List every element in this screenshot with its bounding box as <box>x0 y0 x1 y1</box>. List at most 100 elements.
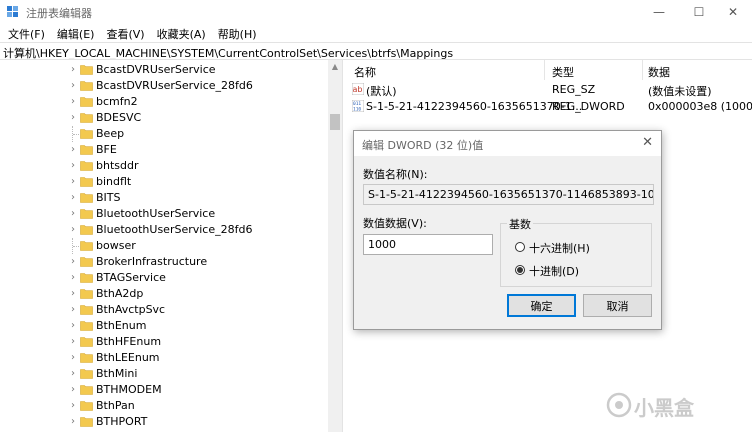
tree-item[interactable]: › BthLEEnum <box>0 350 328 366</box>
tree-item-label: bowser <box>96 239 136 252</box>
header-type[interactable]: 类型 <box>552 64 574 80</box>
radio-selected-dot <box>517 267 523 273</box>
chevron-right-icon[interactable]: › <box>68 288 78 300</box>
chevron-right-icon[interactable]: › <box>68 368 78 380</box>
tree-item[interactable]: › BluetoothUserService <box>0 206 328 222</box>
header-name[interactable]: 名称 <box>354 64 376 80</box>
header-divider[interactable] <box>544 60 545 80</box>
tree-item[interactable]: › BrokerInfrastructure <box>0 254 328 270</box>
tree-item[interactable]: › bcmfn2 <box>0 94 328 110</box>
tree-item[interactable]: › BthA2dp <box>0 286 328 302</box>
tree-item-label: BthMini <box>96 367 138 380</box>
tree-item[interactable]: › BTHPORT <box>0 414 328 430</box>
tree-item-label: BTHMODEM <box>96 383 162 396</box>
ok-button[interactable]: 确定 <box>507 294 576 317</box>
cancel-button[interactable]: 取消 <box>583 294 652 317</box>
value-name: (默认) <box>366 85 397 98</box>
svg-text:110: 110 <box>353 107 361 113</box>
scroll-up-icon[interactable]: ▲ <box>328 60 342 74</box>
registry-tree: › BcastDVRUserService › BcastDVRUserService… <box>0 60 328 432</box>
menu-file[interactable]: 文件(F) <box>4 24 49 42</box>
tree-item[interactable]: Beep <box>0 126 328 142</box>
tree-scrollbar[interactable]: ▲ <box>328 60 342 432</box>
value-name-label: 数值名称(N): <box>363 168 428 181</box>
tree-item-label: BFE <box>96 143 117 156</box>
chevron-right-icon[interactable]: › <box>68 144 78 156</box>
tree-item[interactable]: › BluetoothUserService_28fd6 <box>0 222 328 238</box>
address-bar[interactable]: 计算机\HKEY_LOCAL_MACHINE\SYSTEM\CurrentCon… <box>0 42 752 60</box>
chevron-right-icon[interactable]: › <box>68 192 78 204</box>
chevron-right-icon[interactable]: › <box>68 176 78 188</box>
radio-hex-label[interactable]: 十六进制(H) <box>529 240 590 256</box>
menu-help[interactable]: 帮助(H) <box>214 24 261 42</box>
tree-item-label: BrokerInfrastructure <box>96 255 208 268</box>
folder-icon <box>80 337 93 347</box>
chevron-right-icon[interactable]: › <box>68 208 78 220</box>
folder-icon <box>80 145 93 155</box>
menu-bar: 文件(F) 编辑(E) 查看(V) 收藏夹(A) 帮助(H) <box>0 24 752 42</box>
radio-decimal[interactable] <box>515 265 525 275</box>
list-row[interactable]: 011 110 S-1-5-21-4122394560-1635651370-1… <box>346 98 752 115</box>
maximize-icon: ☐ <box>693 5 705 19</box>
edit-dword-dialog: 编辑 DWORD (32 位)值 ✕ 数值名称(N): S-1-5-21-412… <box>353 130 662 330</box>
scrollbar-thumb[interactable] <box>330 114 340 130</box>
folder-icon <box>80 241 93 251</box>
value-type: REG_SZ <box>552 83 596 96</box>
chevron-right-icon[interactable]: › <box>68 64 78 76</box>
chevron-right-icon[interactable]: › <box>68 416 78 428</box>
list-row[interactable]: ab (默认) REG_SZ (数值未设置) <box>346 81 752 98</box>
binary-value-icon: 011 110 <box>352 100 364 112</box>
folder-icon <box>80 385 93 395</box>
menu-favorites[interactable]: 收藏夹(A) <box>153 24 210 42</box>
base-label: 基数 <box>507 216 533 232</box>
close-button[interactable]: ✕ <box>710 0 752 24</box>
tree-item[interactable]: › BthPan <box>0 398 328 414</box>
tree-item[interactable]: › bhtsddr <box>0 158 328 174</box>
folder-icon <box>80 81 93 91</box>
chevron-right-icon[interactable]: › <box>68 400 78 412</box>
radio-decimal-label[interactable]: 十进制(D) <box>529 263 579 279</box>
chevron-right-icon[interactable]: › <box>68 384 78 396</box>
tree-item[interactable]: › BthEnum <box>0 318 328 334</box>
tree-item[interactable]: › BthHFEnum <box>0 334 328 350</box>
regedit-app-icon <box>7 6 18 17</box>
value-name: S-1-5-21-4122394560-1635651370-1... <box>366 100 583 113</box>
header-data[interactable]: 数据 <box>648 64 670 80</box>
folder-icon <box>80 417 93 427</box>
tree-item[interactable]: › BthAvctpSvc <box>0 302 328 318</box>
title-bar: 注册表编辑器 — ☐ ✕ <box>0 0 752 24</box>
tree-item[interactable]: › BTHMODEM <box>0 382 328 398</box>
tree-item[interactable]: › BFE <box>0 142 328 158</box>
tree-line <box>73 246 79 247</box>
chevron-right-icon[interactable]: › <box>68 160 78 172</box>
tree-item[interactable]: bowser <box>0 238 328 254</box>
value-data-input[interactable]: 1000 <box>363 234 493 255</box>
chevron-right-icon[interactable]: › <box>68 224 78 236</box>
tree-item-label: BthA2dp <box>96 287 144 300</box>
chevron-right-icon[interactable]: › <box>68 272 78 284</box>
chevron-right-icon[interactable]: › <box>68 112 78 124</box>
chevron-right-icon[interactable]: › <box>68 336 78 348</box>
radio-hex[interactable] <box>515 242 525 252</box>
folder-icon <box>80 401 93 411</box>
chevron-right-icon[interactable]: › <box>68 80 78 92</box>
header-divider[interactable] <box>642 60 643 80</box>
dialog-close-icon[interactable]: ✕ <box>642 135 653 150</box>
tree-item-label: bindflt <box>96 175 132 188</box>
chevron-right-icon[interactable]: › <box>68 96 78 108</box>
chevron-right-icon[interactable]: › <box>68 320 78 332</box>
tree-item[interactable]: › bindflt <box>0 174 328 190</box>
tree-item[interactable]: › BDESVC <box>0 110 328 126</box>
menu-edit[interactable]: 编辑(E) <box>53 24 99 42</box>
tree-item[interactable]: › BcastDVRUserService <box>0 62 328 78</box>
tree-item[interactable]: › BITS <box>0 190 328 206</box>
tree-item-label: bhtsddr <box>96 159 139 172</box>
folder-icon <box>80 113 93 123</box>
tree-item[interactable]: › BthMini <box>0 366 328 382</box>
chevron-right-icon[interactable]: › <box>68 256 78 268</box>
menu-view[interactable]: 查看(V) <box>102 24 148 42</box>
tree-item[interactable]: › BcastDVRUserService_28fd6 <box>0 78 328 94</box>
tree-item[interactable]: › BTAGService <box>0 270 328 286</box>
chevron-right-icon[interactable]: › <box>68 304 78 316</box>
chevron-right-icon[interactable]: › <box>68 352 78 364</box>
